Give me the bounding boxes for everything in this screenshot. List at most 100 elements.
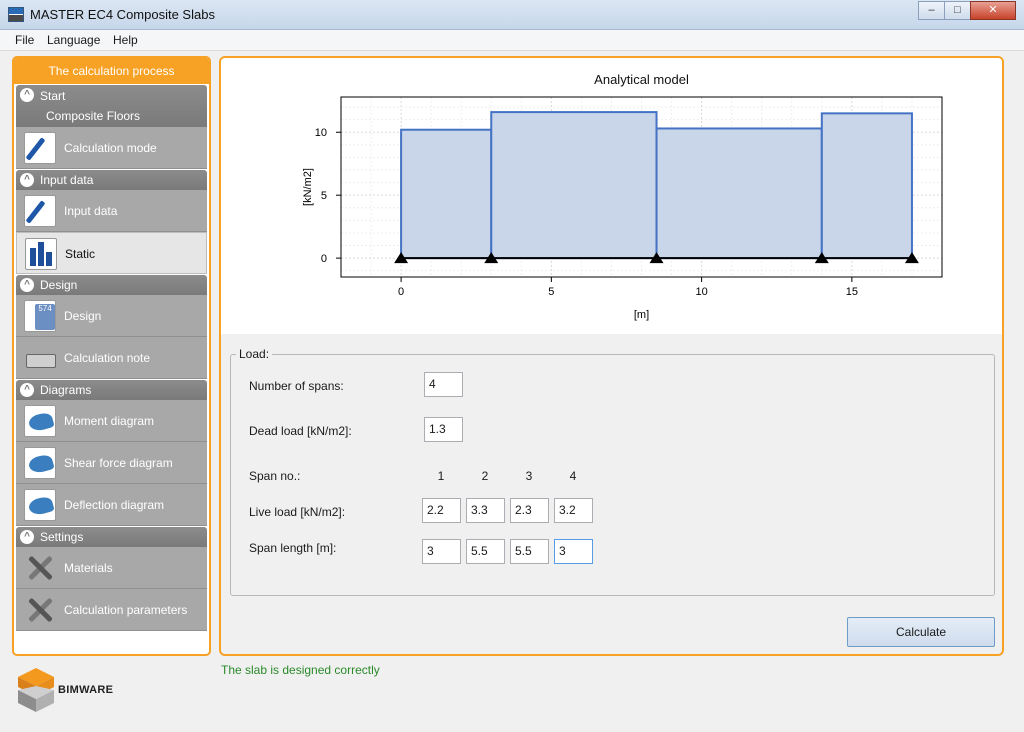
menu-language[interactable]: Language xyxy=(47,33,100,47)
live-load-input-2[interactable]: 3.3 xyxy=(466,498,505,523)
section-subtitle: Composite Floors xyxy=(46,109,141,123)
section-title: Input data xyxy=(40,173,94,187)
live-load-label: Live load [kN/m2]: xyxy=(249,505,346,519)
section-title: Diagrams xyxy=(40,383,92,397)
sidebar-item-label: Materials xyxy=(64,561,113,575)
title-bar: MASTER EC4 Composite Slabs – □ ✕ xyxy=(0,0,1024,30)
tools-icon xyxy=(24,594,56,626)
menu-help[interactable]: Help xyxy=(113,33,138,47)
close-button[interactable]: ✕ xyxy=(970,1,1016,20)
section-diagrams[interactable]: ^ Diagrams xyxy=(16,380,207,400)
sidebar-item-label: Calculation note xyxy=(64,351,151,365)
section-title: Settings xyxy=(40,530,84,544)
sidebar-item-input-data[interactable]: Input data xyxy=(16,190,207,232)
section-design[interactable]: ^ Design xyxy=(16,275,207,295)
menu-bar: File Language Help xyxy=(0,30,1024,51)
logo-text: BIMWARE xyxy=(58,684,114,696)
y-axis-label: [kN/m2] xyxy=(302,168,314,206)
sidebar-item-label: Design xyxy=(64,309,102,323)
span-length-input-1[interactable]: 3 xyxy=(422,539,461,564)
span-number: 3 xyxy=(525,469,533,483)
sidebar: The calculation process ^ Start Composit… xyxy=(12,56,211,656)
sidebar-item-moment-diagram[interactable]: Moment diagram xyxy=(16,400,207,442)
section-input-data[interactable]: ^ Input data xyxy=(16,170,207,190)
collapse-icon[interactable]: ^ xyxy=(20,88,34,102)
chart-title: Analytical model xyxy=(594,72,689,87)
minimize-button[interactable]: – xyxy=(918,1,945,20)
sidebar-item-label: Calculation mode xyxy=(64,141,157,155)
y-tick-label: 10 xyxy=(315,127,327,139)
diagram-icon xyxy=(24,405,56,437)
load-legend: Load: xyxy=(236,347,273,361)
span-length-label: Span length [m]: xyxy=(249,541,337,555)
live-load-input-4[interactable]: 3.2 xyxy=(554,498,593,523)
chart-svg: Analytical model 0 5 10 15 0 5 10 [m] [kN/m2] xyxy=(302,72,943,321)
load-segment xyxy=(490,111,658,260)
span-length-input-3[interactable]: 5.5 xyxy=(510,539,549,564)
pen-icon xyxy=(24,132,56,164)
sidebar-item-label: Moment diagram xyxy=(64,414,155,428)
x-tick-label: 15 xyxy=(846,286,858,298)
calculate-button[interactable]: Calculate xyxy=(847,617,995,647)
sidebar-item-label: Deflection diagram xyxy=(64,498,165,512)
sidebar-header: The calculation process xyxy=(14,58,209,84)
sidebar-item-calculation-note[interactable]: Calculation note xyxy=(16,337,207,379)
window-controls: – □ ✕ xyxy=(918,1,1016,20)
section-title: Design xyxy=(40,278,78,292)
section-settings[interactable]: ^ Settings xyxy=(16,527,207,547)
span-number: 2 xyxy=(481,469,489,483)
maximize-button[interactable]: □ xyxy=(944,1,971,20)
section-start[interactable]: ^ Start Composite Floors xyxy=(16,85,207,127)
sidebar-item-label: Calculation parameters xyxy=(64,603,188,617)
section-title: Start xyxy=(40,89,66,103)
sidebar-item-calculation-parameters[interactable]: Calculation parameters xyxy=(16,589,207,631)
live-load-input-3[interactable]: 2.3 xyxy=(510,498,549,523)
span-number: 4 xyxy=(569,469,577,483)
calculator-icon xyxy=(24,300,56,332)
sidebar-item-label: Shear force diagram xyxy=(64,456,173,470)
y-tick-label: 5 xyxy=(321,190,327,202)
analytical-model-chart: Analytical model 0 5 10 15 0 5 10 [m] [kN/m2] xyxy=(221,58,1002,334)
x-tick-label: 0 xyxy=(398,286,404,298)
load-group: Load: Number of spans: 4 Dead load [kN/m… xyxy=(230,347,995,596)
span-no-label: Span no.: xyxy=(249,469,301,483)
main-panel: Analytical model 0 5 10 15 0 5 10 [m] [kN/m2] Loa… xyxy=(219,56,1004,656)
span-length-input-2[interactable]: 5.5 xyxy=(466,539,505,564)
diagram-icon xyxy=(24,489,56,521)
collapse-icon[interactable]: ^ xyxy=(20,383,34,397)
span-length-input-4[interactable]: 3 xyxy=(554,539,593,564)
sidebar-item-label: Input data xyxy=(64,204,118,218)
span-number: 1 xyxy=(437,469,445,483)
sidebar-item-deflection-diagram[interactable]: Deflection diagram xyxy=(16,484,207,526)
sidebar-item-shear-force-diagram[interactable]: Shear force diagram xyxy=(16,442,207,484)
collapse-icon[interactable]: ^ xyxy=(20,278,34,292)
sidebar-item-design[interactable]: Design xyxy=(16,295,207,337)
sidebar-item-materials[interactable]: Materials xyxy=(16,547,207,589)
sidebar-item-static[interactable]: Static xyxy=(16,232,207,274)
load-segment xyxy=(655,127,823,260)
collapse-icon[interactable]: ^ xyxy=(20,173,34,187)
sidebar-item-label: Static xyxy=(65,247,96,261)
collapse-icon[interactable]: ^ xyxy=(20,530,34,544)
menu-file[interactable]: File xyxy=(15,33,34,47)
printer-icon xyxy=(24,342,56,374)
bar-chart-icon xyxy=(25,238,57,270)
sidebar-item-calculation-mode[interactable]: Calculation mode xyxy=(16,127,207,169)
live-load-input-1[interactable]: 2.2 xyxy=(422,498,461,523)
y-tick-label: 0 xyxy=(321,253,327,265)
load-segment xyxy=(820,112,913,260)
x-tick-label: 10 xyxy=(695,286,707,298)
x-axis-label: [m] xyxy=(634,309,649,321)
load-segment xyxy=(400,128,493,260)
tools-icon xyxy=(24,552,56,584)
app-icon xyxy=(8,7,24,22)
status-message: The slab is designed correctly xyxy=(221,663,380,677)
dead-load-input[interactable]: 1.3 xyxy=(424,417,463,442)
num-spans-input[interactable]: 4 xyxy=(424,372,463,397)
dead-load-label: Dead load [kN/m2]: xyxy=(249,424,352,438)
diagram-icon xyxy=(24,447,56,479)
x-tick-label: 5 xyxy=(548,286,554,298)
num-spans-label: Number of spans: xyxy=(249,379,344,393)
pen-icon xyxy=(24,195,56,227)
window-title: MASTER EC4 Composite Slabs xyxy=(30,7,215,22)
